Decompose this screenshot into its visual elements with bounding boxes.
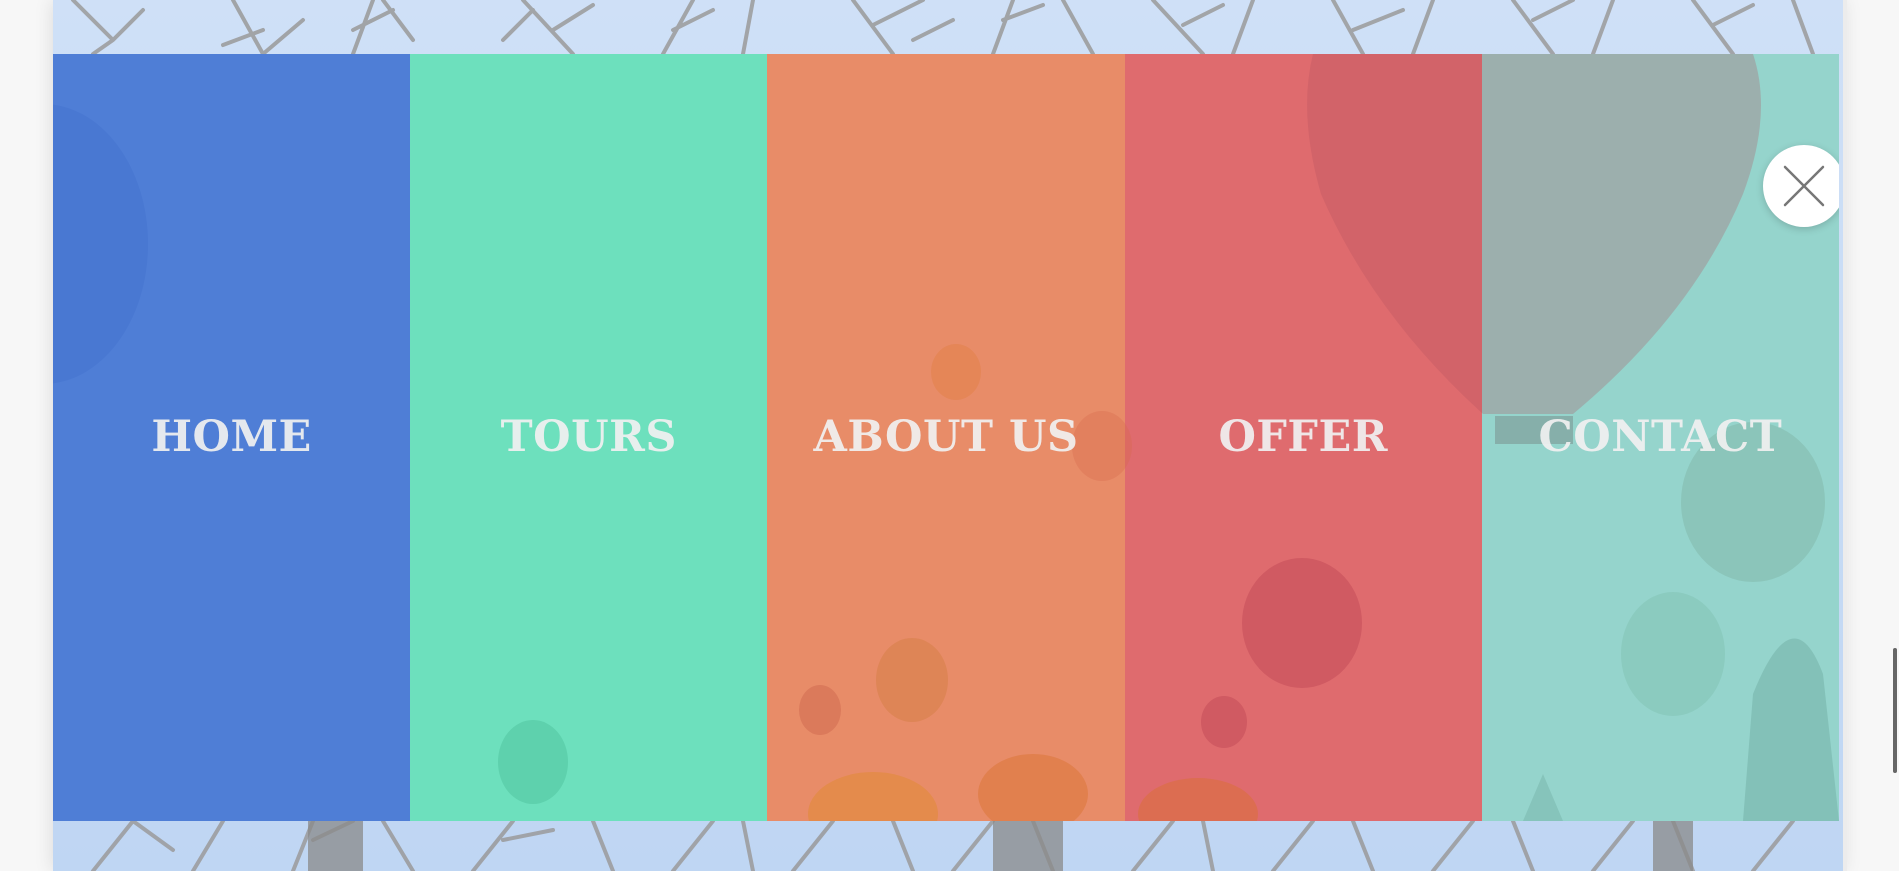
fullscreen-menu: HOME TOURS ABOUT US OFFER CONTACT: [53, 54, 1839, 821]
close-menu-button[interactable]: [1763, 145, 1839, 227]
menu-item-label: ABOUT US: [813, 412, 1079, 462]
close-icon: [1783, 165, 1825, 207]
frame-edge: [1843, 0, 1847, 871]
scrollbar-thumb[interactable]: [1893, 648, 1897, 773]
menu-item-label: TOURS: [500, 412, 677, 462]
menu-item-label: OFFER: [1218, 412, 1388, 462]
menu-item-home[interactable]: HOME: [53, 54, 411, 821]
menu-item-label: HOME: [151, 412, 312, 462]
menu-item-tours[interactable]: TOURS: [410, 54, 768, 821]
menu-item-about-us[interactable]: ABOUT US: [767, 54, 1125, 821]
page: HOME TOURS ABOUT US OFFER CONTACT: [0, 0, 1899, 871]
menu-item-label: CONTACT: [1538, 412, 1783, 462]
menu-item-offer[interactable]: OFFER: [1124, 54, 1482, 821]
